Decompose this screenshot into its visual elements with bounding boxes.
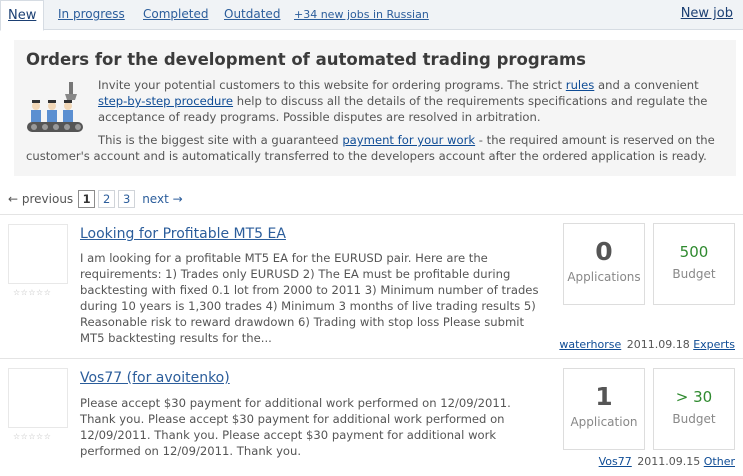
new-job-link[interactable]: New job (681, 6, 733, 21)
job-meta: waterhorse 2011.09.18 Experts (559, 338, 735, 351)
next-page-link[interactable]: next → (142, 192, 182, 206)
applications-box: 0 Applications (563, 223, 645, 305)
applications-label: Application (570, 415, 638, 429)
author-link[interactable]: waterhorse (559, 338, 621, 351)
step-by-step-link[interactable]: step-by-step procedure (98, 94, 233, 108)
category-link[interactable]: Other (704, 455, 735, 468)
divider (0, 214, 743, 215)
budget-box: > 30 Budget (653, 368, 735, 450)
tab-in-progress[interactable]: In progress (58, 7, 125, 21)
tab-outdated[interactable]: Outdated (224, 7, 280, 21)
applications-box: 1 Application (563, 368, 645, 450)
budget-value: > 30 (675, 388, 713, 406)
previous-page-link[interactable]: ← previous (8, 192, 73, 206)
rating-stars: ☆☆☆☆☆ (13, 432, 52, 441)
job-thumbnail (8, 224, 68, 284)
page-2-button[interactable]: 2 (98, 190, 116, 208)
intro-paragraph-2: This is the biggest site with a guarante… (26, 133, 715, 163)
jobs-tab-bar: New In progress Completed Outdated +34 n… (0, 0, 743, 31)
job-description: Please accept $30 payment for additional… (80, 396, 511, 458)
category-link[interactable]: Experts (693, 338, 735, 351)
tab-completed[interactable]: Completed (143, 7, 208, 21)
tab-russian-jobs[interactable]: +34 new jobs in Russian (294, 8, 429, 21)
job-date: 2011.09.15 (637, 455, 701, 468)
rating-stars: ☆☆☆☆☆ (13, 288, 52, 297)
budget-value: 500 (679, 243, 709, 261)
page-1-button[interactable]: 1 (78, 190, 96, 208)
tab-new[interactable]: New (0, 0, 45, 31)
budget-label: Budget (672, 412, 716, 426)
applications-label: Applications (567, 270, 641, 284)
divider (0, 358, 743, 359)
job-meta: Vos77 2011.09.15 Other (599, 455, 735, 468)
job-date: 2011.09.18 (626, 338, 690, 351)
budget-box: 500 Budget (653, 223, 735, 305)
intro-panel: Orders for the development of automated … (14, 40, 736, 176)
job-title-link[interactable]: Looking for Profitable MT5 EA (80, 226, 286, 242)
job-description: I am looking for a profitable MT5 EA for… (80, 251, 539, 345)
payment-link[interactable]: payment for your work (342, 133, 475, 147)
applications-count: 0 (595, 237, 613, 266)
budget-label: Budget (672, 267, 716, 281)
author-link[interactable]: Vos77 (599, 455, 632, 468)
page-title: Orders for the development of automated … (26, 50, 586, 69)
rules-link[interactable]: rules (566, 78, 595, 92)
intro-paragraph-1: Invite your potential customers to this … (98, 78, 708, 124)
applications-count: 1 (595, 382, 613, 411)
page-3-button[interactable]: 3 (118, 190, 136, 208)
pagination: ← previous 1 2 3 next → (8, 190, 183, 208)
job-thumbnail (8, 368, 68, 428)
robot-conveyor-icon (27, 82, 83, 132)
job-title-link[interactable]: Vos77 (for avoitenko) (80, 370, 230, 386)
